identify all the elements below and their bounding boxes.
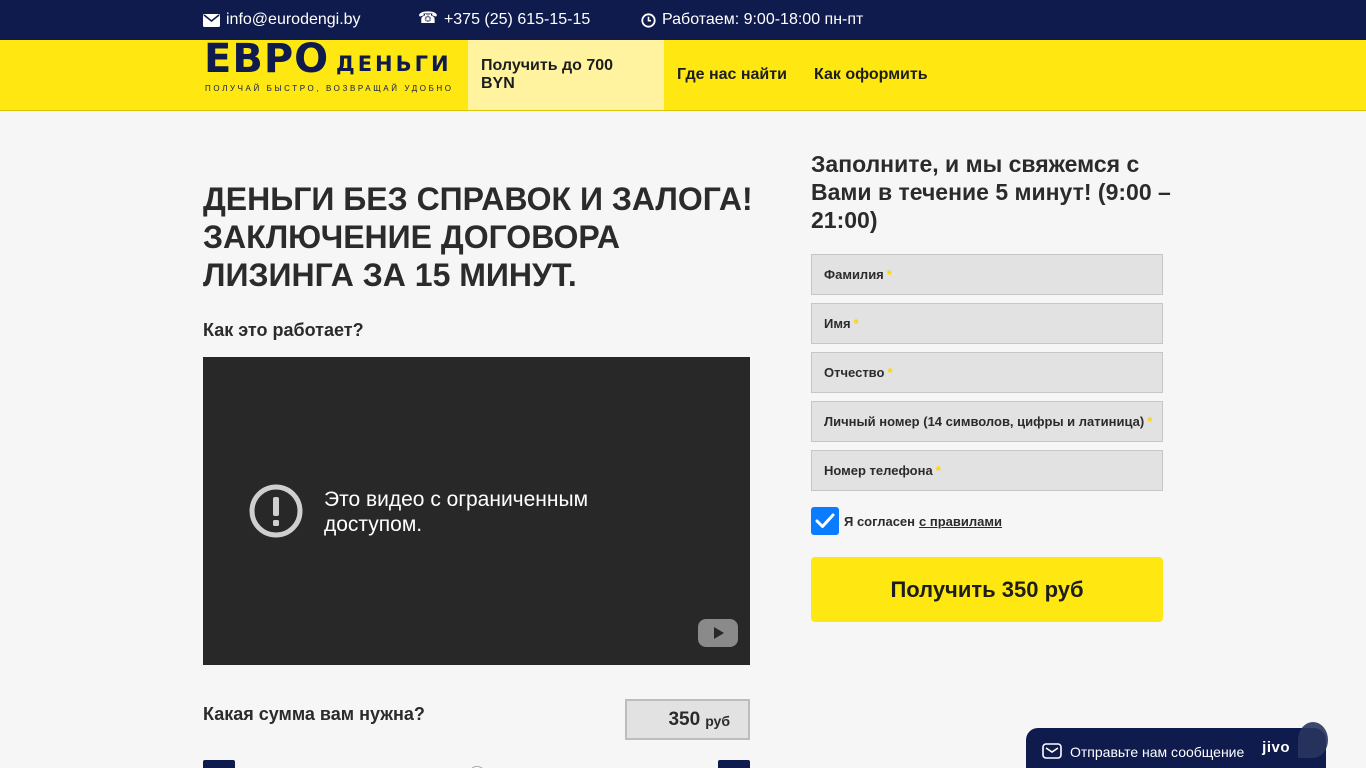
nav-item-how-to-apply[interactable]: Как оформить <box>801 40 941 110</box>
amount-question: Какая сумма вам нужна? <box>203 704 425 724</box>
agree-text: Я согласен <box>844 513 916 529</box>
video-restricted-message: Это видео с ограниченным доступом. <box>324 488 589 536</box>
agree-checkbox[interactable] <box>811 507 839 535</box>
video-player[interactable]: Это видео с ограниченным доступом. <box>203 357 750 665</box>
field-label: Отчество <box>824 365 885 380</box>
youtube-icon[interactable] <box>698 619 738 652</box>
phone-text: +375 (25) 615-15-15 <box>443 11 591 28</box>
jivo-logo: jivo <box>1262 739 1290 756</box>
field-label: Имя <box>824 316 851 331</box>
top-bar: info@eurodengi.by ☎ +375 (25) 615-15-15 … <box>0 0 1366 40</box>
phone-icon: ☎ <box>418 10 438 27</box>
site-header: ЕВРО ДЕНЬГИ ПОЛУЧАЙ БЫСТРО, ВОЗВРАЩАЙ УД… <box>0 36 1366 111</box>
envelope-icon <box>203 13 220 27</box>
field-label: Фамилия <box>824 267 884 282</box>
field-label: Номер телефона <box>824 463 933 478</box>
required-mark: * <box>853 316 859 331</box>
personal-number-field[interactable]: Личный номер (14 символов, цифры и латин… <box>811 401 1163 442</box>
logo-word-dengi: ДЕНЬГИ <box>336 52 452 76</box>
amount-display: 350 руб <box>625 699 750 740</box>
amount-increase-button[interactable] <box>718 760 750 768</box>
chat-widget[interactable]: Отправьте нам сообщение jivo <box>1026 722 1328 768</box>
warning-icon <box>249 484 303 538</box>
nav-item-get-money[interactable]: Получить до 700 BYN <box>468 40 664 110</box>
nav-item-label: Как оформить <box>814 66 928 83</box>
mail-icon <box>1042 742 1062 762</box>
field-label: Личный номер (14 символов, цифры и латин… <box>824 414 1145 429</box>
submit-button[interactable]: Получить 350 руб <box>811 557 1163 622</box>
hero-heading: ДЕНЬГИ БЕЗ СПРАВОК И ЗАЛОГА! ЗАКЛЮЧЕНИЕ … <box>203 181 753 293</box>
how-it-works-label: Как это работает? <box>203 320 364 340</box>
phone-field[interactable]: Номер телефона * <box>811 450 1163 491</box>
patronymic-field[interactable]: Отчество * <box>811 352 1163 393</box>
rules-link[interactable]: с правилами <box>919 514 1002 529</box>
agree-row: Я согласен с правилами <box>811 507 1002 535</box>
required-mark: * <box>935 463 941 478</box>
chat-bubble-icon <box>1298 722 1328 758</box>
clock-icon <box>641 12 656 28</box>
working-hours: Работаем: 9:00-18:00 пн-пт <box>641 0 863 40</box>
name-field[interactable]: Имя * <box>811 303 1163 344</box>
logo-tagline: ПОЛУЧАЙ БЫСТРО, ВОЗВРАЩАЙ УДОБНО <box>205 84 454 93</box>
required-mark: * <box>886 267 892 282</box>
logo[interactable]: ЕВРО ДЕНЬГИ ПОЛУЧАЙ БЫСТРО, ВОЗВРАЩАЙ УД… <box>203 36 459 100</box>
form-title: Заполните, и мы свяжемся с Вами в течени… <box>811 151 1171 233</box>
nav-item-locations[interactable]: Где нас найти <box>664 40 800 110</box>
amount-value: 350 <box>668 708 701 730</box>
email-contact[interactable]: info@eurodengi.by <box>203 0 361 40</box>
surname-field[interactable]: Фамилия * <box>811 254 1163 295</box>
chat-prompt: Отправьте нам сообщение <box>1070 744 1245 760</box>
amount-unit: руб <box>705 713 730 729</box>
amount-decrease-button[interactable] <box>203 760 235 768</box>
checkmark-icon <box>815 513 835 528</box>
required-mark: * <box>887 365 893 380</box>
hours-text: Работаем: 9:00-18:00 пн-пт <box>662 11 864 28</box>
email-text: info@eurodengi.by <box>226 11 361 28</box>
logo-word-evro: ЕВРО <box>204 36 330 82</box>
nav-item-label: Получить до 700 BYN <box>481 57 614 92</box>
nav-item-label: Где нас найти <box>677 66 787 83</box>
phone-contact[interactable]: ☎ +375 (25) 615-15-15 <box>418 0 590 40</box>
required-mark: * <box>1147 414 1153 429</box>
